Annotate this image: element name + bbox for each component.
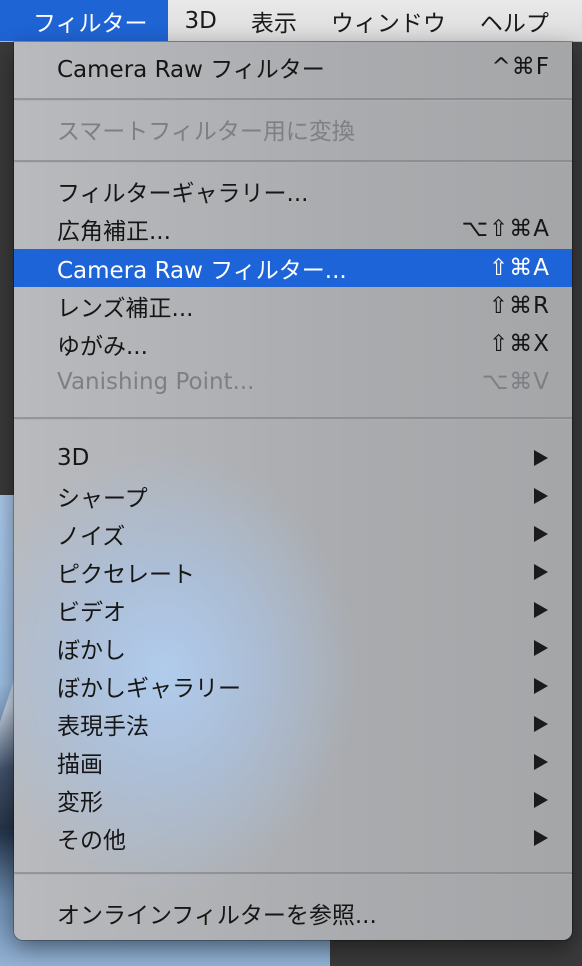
- menu-item-other[interactable]: その他: [14, 819, 572, 857]
- menubar-view[interactable]: 表示: [234, 0, 314, 41]
- triangle-right-icon: [534, 792, 548, 808]
- menu-item-3d[interactable]: 3D: [14, 439, 572, 477]
- menu-item-lens-correction[interactable]: レンズ補正... ⇧⌘R: [14, 287, 572, 325]
- menu-item-label: 描画: [57, 752, 103, 778]
- triangle-right-icon: [534, 678, 548, 694]
- menubar-help[interactable]: ヘルプ: [463, 0, 566, 41]
- menu-item-label: ぼかしギャラリー: [57, 676, 241, 702]
- triangle-right-icon: [534, 640, 548, 656]
- triangle-right-icon: [534, 488, 548, 504]
- menu-item-blur-gallery[interactable]: ぼかしギャラリー: [14, 667, 572, 705]
- triangle-right-icon: [534, 450, 548, 466]
- menu-item-shortcut: ⌥⇧⌘A: [461, 216, 550, 242]
- menu-item-label: その他: [57, 828, 126, 854]
- menu-item-liquify[interactable]: ゆがみ... ⇧⌘X: [14, 325, 572, 363]
- menu-item-adaptive-wide-angle[interactable]: 広角補正... ⌥⇧⌘A: [14, 210, 572, 248]
- menu-item-label: 広角補正...: [57, 219, 171, 245]
- menu-item-label: ぼかし: [57, 638, 126, 664]
- menu-item-noise[interactable]: ノイズ: [14, 515, 572, 553]
- menu-item-vanishing-point: Vanishing Point... ⌥⌘V: [14, 363, 572, 401]
- menu-item-camera-raw-filter-last[interactable]: Camera Raw フィルター ^⌘F: [14, 48, 572, 86]
- menu-item-label: 3D: [57, 445, 90, 471]
- menu-item-shortcut: ⇧⌘R: [488, 293, 550, 319]
- triangle-right-icon: [534, 602, 548, 618]
- menu-item-distort[interactable]: 変形: [14, 781, 572, 819]
- menu-item-video[interactable]: ビデオ: [14, 591, 572, 629]
- menu-item-label: ノイズ: [57, 524, 126, 550]
- menu-item-label: レンズ補正...: [57, 296, 194, 322]
- triangle-right-icon: [534, 564, 548, 580]
- menu-separator: [14, 160, 572, 163]
- menu-item-label: Camera Raw フィルター...: [57, 258, 347, 284]
- menu-item-camera-raw-filter[interactable]: Camera Raw フィルター... ⇧⌘A: [14, 249, 572, 287]
- menu-item-label: スマートフィルター用に変換: [57, 119, 355, 145]
- menu-item-pixelate[interactable]: ピクセレート: [14, 553, 572, 591]
- menu-item-label: Vanishing Point...: [57, 369, 255, 395]
- menu-item-label: 変形: [57, 790, 103, 816]
- menu-item-blur[interactable]: ぼかし: [14, 629, 572, 667]
- menu-item-label: Camera Raw フィルター: [57, 57, 325, 83]
- menu-item-shortcut: ⇧⌘A: [488, 255, 550, 281]
- menu-separator: [14, 417, 572, 420]
- triangle-right-icon: [534, 526, 548, 542]
- menu-item-shortcut: ⇧⌘X: [488, 331, 550, 357]
- triangle-right-icon: [534, 716, 548, 732]
- menu-item-convert-smart-filter: スマートフィルター用に変換: [14, 110, 572, 148]
- menu-separator: [14, 872, 572, 875]
- menu-item-sharpen[interactable]: シャープ: [14, 477, 572, 515]
- menu-item-stylize[interactable]: 表現手法: [14, 705, 572, 743]
- triangle-right-icon: [534, 754, 548, 770]
- menubar-filter[interactable]: フィルター: [0, 0, 168, 41]
- menu-item-render[interactable]: 描画: [14, 743, 572, 781]
- menu-item-label: オンラインフィルターを参照...: [57, 903, 377, 929]
- menu-separator: [14, 98, 572, 101]
- menu-item-label: 表現手法: [57, 714, 149, 740]
- menu-bar: フィルター 3D 表示 ウィンドウ ヘルプ: [0, 0, 582, 42]
- filter-menu-dropdown: Camera Raw フィルター ^⌘F スマートフィルター用に変換 フィルター…: [14, 42, 572, 940]
- menu-item-label: ピクセレート: [57, 562, 195, 588]
- triangle-right-icon: [534, 830, 548, 846]
- menubar-window[interactable]: ウィンドウ: [314, 0, 463, 41]
- menu-item-label: ゆがみ...: [57, 334, 148, 360]
- menubar-3d[interactable]: 3D: [168, 0, 234, 41]
- menu-item-shortcut: ^⌘F: [491, 54, 550, 80]
- menu-item-label: ビデオ: [57, 600, 126, 626]
- menu-item-shortcut: ⌥⌘V: [481, 369, 550, 395]
- menu-item-filter-gallery[interactable]: フィルターギャラリー...: [14, 172, 572, 210]
- menu-item-label: シャープ: [57, 486, 148, 512]
- menu-item-label: フィルターギャラリー...: [57, 181, 309, 207]
- menu-item-browse-filters-online[interactable]: オンラインフィルターを参照...: [14, 894, 572, 932]
